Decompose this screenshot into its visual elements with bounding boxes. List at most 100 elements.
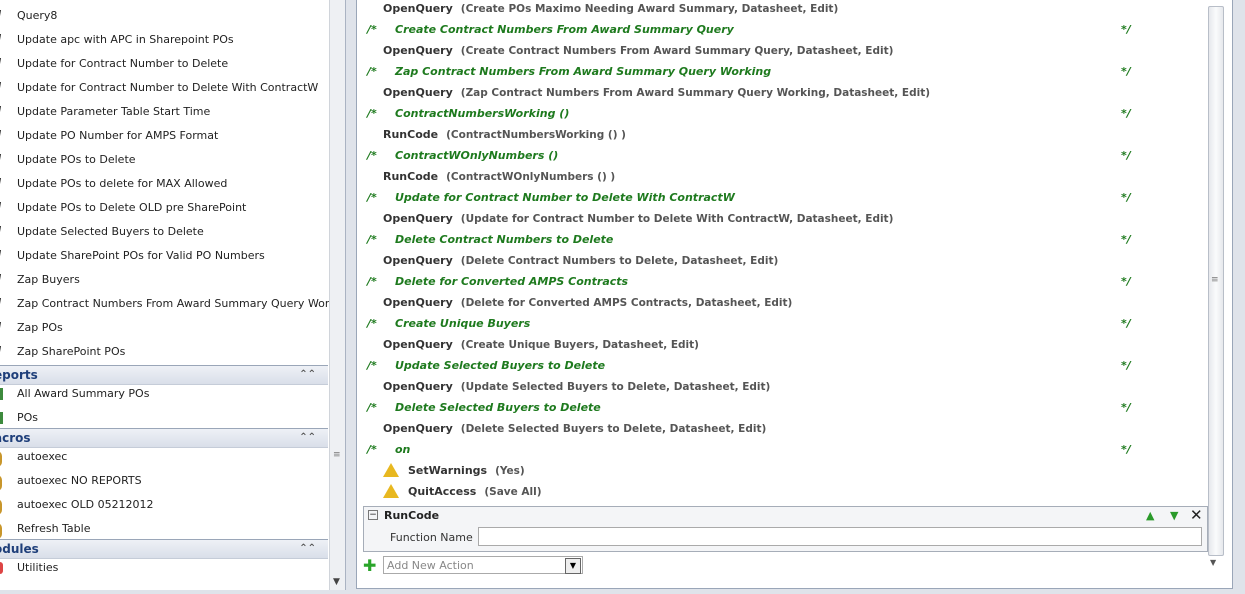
comment-open: /*: [367, 191, 377, 204]
comment-row[interactable]: /* ContractWOnlyNumbers () */: [361, 145, 1201, 166]
comment-text: ContractNumbersWorking (): [395, 107, 570, 120]
comment-row[interactable]: /* Zap Contract Numbers From Award Summar…: [361, 61, 1201, 82]
nav-item-query[interactable]: Update SharePoint POs for Valid PO Numbe…: [0, 245, 328, 267]
nav-item-query[interactable]: Update POs to delete for MAX Allowed: [0, 173, 328, 195]
comment-row[interactable]: /* Update for Contract Number to Delete W…: [361, 187, 1201, 208]
nav-item-query[interactable]: Update PO Number for AMPS Format: [0, 125, 328, 147]
nav-item-label: Update Parameter Table Start Time: [17, 105, 211, 118]
nav-item[interactable]: All Award Summary POs: [0, 383, 328, 405]
nav-item[interactable]: autoexec OLD 05212012: [0, 494, 328, 516]
action-row[interactable]: RunCode (ContractWOnlyNumbers () ): [361, 166, 1201, 187]
nav-group-header[interactable]: odules ⌃⌃: [0, 539, 328, 559]
nav-item[interactable]: autoexec: [0, 446, 328, 468]
comment-row[interactable]: /* on */: [361, 439, 1201, 460]
comment-row[interactable]: /* Update Selected Buyers to Delete */: [361, 355, 1201, 376]
nav-item-query[interactable]: Update Selected Buyers to Delete: [0, 221, 328, 243]
action-row[interactable]: OpenQuery (Create POs Maximo Needing Awar…: [361, 0, 1201, 19]
add-new-action-dropdown[interactable]: Add New Action ▼: [383, 556, 583, 574]
runcode-action-editor[interactable]: − RunCode ▲ ▼ ✕ Function Name: [363, 506, 1208, 552]
add-action-placeholder: Add New Action: [387, 559, 474, 572]
nav-item-query[interactable]: Zap POs: [0, 317, 328, 339]
collapse-chevron-icon[interactable]: ⌃⌃: [299, 429, 316, 447]
nav-item-query[interactable]: Zap Contract Numbers From Award Summary …: [0, 293, 345, 315]
comment-row[interactable]: /* Delete Selected Buyers to Delete */: [361, 397, 1201, 418]
comment-row[interactable]: /* Create Unique Buyers */: [361, 313, 1201, 334]
action-name: SetWarnings (Yes): [408, 464, 525, 477]
comment-open: /*: [367, 275, 377, 288]
comment-open: /*: [367, 359, 377, 372]
collapse-chevron-icon[interactable]: ⌃⌃: [299, 540, 316, 558]
nav-item-label: autoexec NO REPORTS: [17, 474, 142, 487]
comment-row[interactable]: /* Create Contract Numbers From Award Sum…: [361, 19, 1201, 40]
query-icon: [0, 298, 8, 310]
group-title: eports: [0, 368, 38, 382]
action-row[interactable]: RunCode (ContractNumbersWorking () ): [361, 124, 1201, 145]
action-name: OpenQuery (Update for Contract Number to …: [383, 212, 894, 225]
comment-row[interactable]: /* Delete Contract Numbers to Delete */: [361, 229, 1201, 250]
scroll-down-icon[interactable]: ▼: [333, 577, 340, 587]
query-icon: [0, 346, 8, 358]
comment-close: */: [1121, 443, 1131, 456]
action-row[interactable]: OpenQuery (Update for Contract Number to …: [361, 208, 1201, 229]
comment-close: */: [1121, 107, 1131, 120]
navigation-pane: Query8 Update apc with APC in Sharepoint …: [0, 0, 346, 590]
action-row[interactable]: OpenQuery (Zap Contract Numbers From Awar…: [361, 82, 1201, 103]
nav-item[interactable]: Utilities: [0, 557, 328, 579]
nav-item-query[interactable]: Update POs to Delete: [0, 149, 328, 171]
nav-item-label: POs: [17, 411, 39, 424]
comment-close: */: [1121, 23, 1131, 36]
action-row[interactable]: OpenQuery (Delete Contract Numbers to Del…: [361, 250, 1201, 271]
query-icon: [0, 130, 8, 142]
action-row[interactable]: QuitAccess (Save All): [361, 481, 1201, 502]
nav-item-label: Update Selected Buyers to Delete: [17, 225, 204, 238]
action-row[interactable]: OpenQuery (Delete for Converted AMPS Cont…: [361, 292, 1201, 313]
comment-row[interactable]: /* Delete for Converted AMPS Contracts */: [361, 271, 1201, 292]
query-icon: [0, 178, 8, 190]
scroll-down-icon[interactable]: ▼: [1210, 558, 1216, 567]
nav-item-query[interactable]: Update for Contract Number to Delete: [0, 53, 328, 75]
macro-scrollbar[interactable]: ≡: [1208, 6, 1224, 556]
action-row[interactable]: OpenQuery (Create Unique Buyers, Datashee…: [361, 334, 1201, 355]
action-row[interactable]: OpenQuery (Update Selected Buyers to Dele…: [361, 376, 1201, 397]
comment-close: */: [1121, 233, 1131, 246]
comment-close: */: [1121, 401, 1131, 414]
action-row[interactable]: OpenQuery (Create Contract Numbers From A…: [361, 40, 1201, 61]
chevron-down-icon[interactable]: ▼: [565, 558, 581, 574]
nav-group-header[interactable]: eports ⌃⌃: [0, 365, 328, 385]
nav-item[interactable]: Refresh Table: [0, 518, 328, 540]
action-arguments: (Delete Selected Buyers to Delete, Datas…: [460, 423, 767, 435]
nav-item-query[interactable]: Update POs to Delete OLD pre SharePoint: [0, 197, 328, 219]
nav-item-label: Update for Contract Number to Delete: [17, 57, 229, 70]
nav-item-query[interactable]: Update Parameter Table Start Time: [0, 101, 328, 123]
scroll-grip-icon[interactable]: ≡: [333, 450, 341, 460]
warning-icon: [383, 463, 399, 477]
action-name: OpenQuery (Update Selected Buyers to Dele…: [383, 380, 771, 393]
nav-item-query[interactable]: Update apc with APC in Sharepoint POs: [0, 29, 328, 51]
comment-open: /*: [367, 233, 377, 246]
function-name-input[interactable]: [478, 527, 1202, 546]
macro-designer: OpenQuery (Create POs Maximo Needing Awar…: [356, 0, 1233, 589]
nav-item-query[interactable]: Query8: [0, 5, 328, 27]
action-row[interactable]: OpenQuery (Delete Selected Buyers to Dele…: [361, 418, 1201, 439]
nav-item[interactable]: POs: [0, 407, 328, 429]
comment-open: /*: [367, 65, 377, 78]
delete-action-icon[interactable]: ✕: [1190, 506, 1203, 524]
nav-item-query[interactable]: Zap Buyers: [0, 269, 328, 291]
action-row[interactable]: SetWarnings (Yes): [361, 460, 1201, 481]
nav-item-label: Update POs to Delete: [17, 153, 136, 166]
scroll-grip-icon[interactable]: ≡: [1211, 275, 1219, 285]
nav-item-query[interactable]: Zap SharePoint POs: [0, 341, 328, 363]
action-arguments: (Create Contract Numbers From Award Summ…: [460, 45, 894, 57]
collapse-chevron-icon[interactable]: ⌃⌃: [299, 366, 316, 384]
nav-item-label: All Award Summary POs: [17, 387, 150, 400]
collapse-icon[interactable]: −: [368, 510, 378, 520]
action-name: OpenQuery (Create POs Maximo Needing Awar…: [383, 2, 839, 15]
nav-item[interactable]: autoexec NO REPORTS: [0, 470, 328, 492]
comment-row[interactable]: /* ContractNumbersWorking () */: [361, 103, 1201, 124]
nav-scrollbar[interactable]: ≡ ▼: [329, 0, 345, 590]
move-down-icon[interactable]: ▼: [1170, 509, 1178, 522]
action-arguments: (Create POs Maximo Needing Award Summary…: [460, 3, 839, 15]
nav-group-header[interactable]: acros ⌃⌃: [0, 428, 328, 448]
nav-item-query[interactable]: Update for Contract Number to Delete Wit…: [0, 77, 328, 99]
move-up-icon[interactable]: ▲: [1146, 509, 1154, 522]
